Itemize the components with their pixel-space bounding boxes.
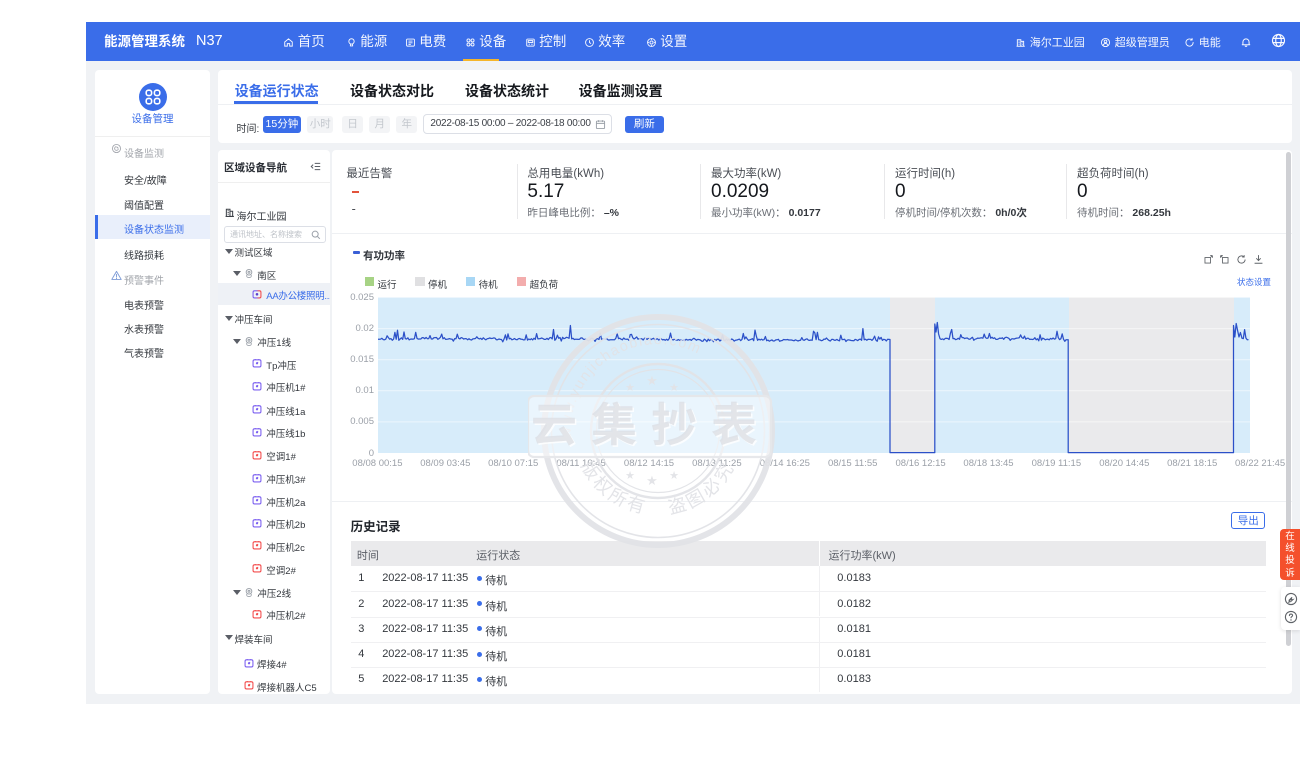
svg-text:★: ★ (669, 470, 679, 482)
svg-text:★: ★ (625, 382, 635, 394)
svg-text:云集抄表: 云集抄表 (531, 399, 771, 451)
svg-text:★: ★ (625, 470, 635, 482)
svg-text:★: ★ (646, 473, 658, 488)
svg-text:★: ★ (669, 382, 679, 394)
svg-text:★: ★ (646, 373, 658, 388)
